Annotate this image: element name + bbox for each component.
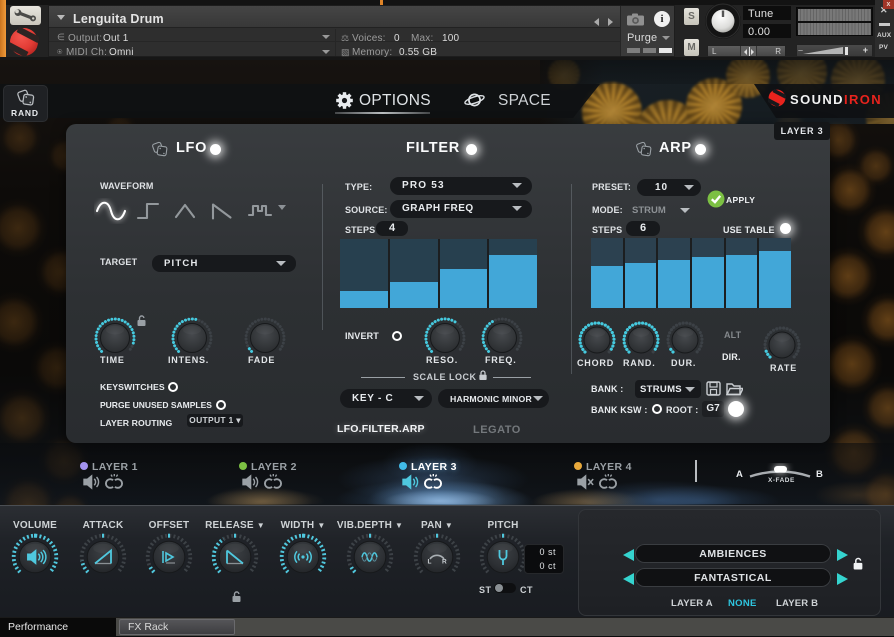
- svg-text:L: L: [428, 559, 432, 566]
- svg-text:R: R: [442, 559, 447, 566]
